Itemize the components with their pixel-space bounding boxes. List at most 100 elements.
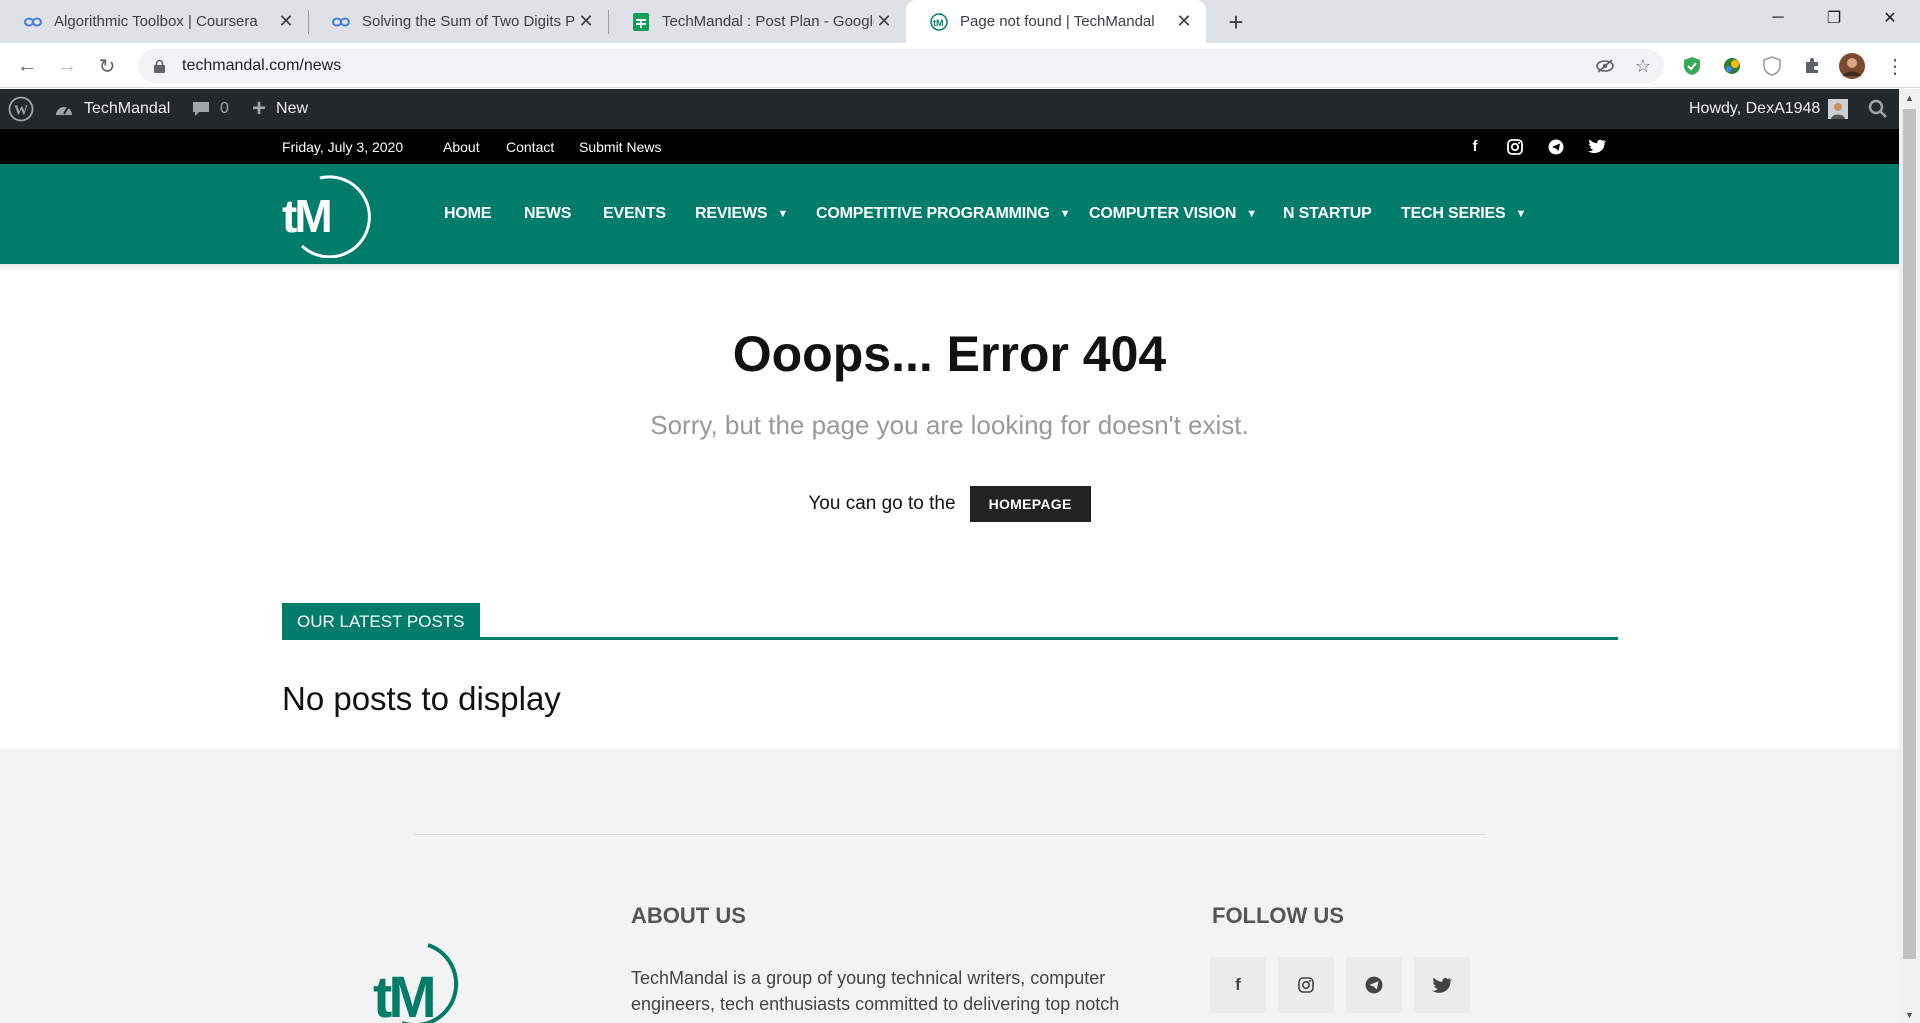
admin-search-icon[interactable]	[1868, 89, 1888, 129]
scroll-down-icon[interactable]: ▼	[1899, 1006, 1920, 1023]
goto-text: You can go to the	[808, 493, 956, 514]
tab-close-icon[interactable]: ✕	[576, 11, 596, 32]
profile-avatar-icon[interactable]	[1837, 51, 1867, 81]
footer-instagram-icon[interactable]	[1278, 957, 1334, 1013]
top-bar-date: Friday, July 3, 2020	[282, 138, 404, 155]
error-goto-row: You can go to the HOMEPAGE	[0, 486, 1899, 522]
scrollbar-thumb[interactable]	[1903, 109, 1916, 959]
follow-us-heading: FOLLOW US	[1212, 903, 1344, 928]
header-shadow	[0, 264, 1899, 272]
coursera-icon	[332, 13, 350, 31]
top-link-contact[interactable]: Contact	[506, 129, 554, 164]
site-top-bar: Friday, July 3, 2020 About Contact Submi…	[0, 129, 1899, 164]
footer-telegram-icon[interactable]	[1346, 957, 1402, 1013]
close-window-icon[interactable]: ✕	[1862, 0, 1918, 36]
wp-admin-bar: W TechMandal 0 + New Howdy, DexA1948	[0, 89, 1899, 129]
lock-icon[interactable]	[152, 59, 166, 73]
svg-text:tM: tM	[933, 18, 944, 28]
footer-divider	[414, 834, 1486, 835]
footer-facebook-icon[interactable]: f	[1210, 957, 1266, 1013]
admin-account-link[interactable]: Howdy, DexA1948	[1689, 89, 1849, 129]
nav-home[interactable]: HOME	[444, 164, 491, 264]
address-bar[interactable]: techmandal.com/news ☆	[138, 49, 1664, 83]
extensions-puzzle-icon[interactable]	[1797, 51, 1827, 81]
coursera-icon	[24, 13, 42, 31]
forward-icon[interactable]: →	[52, 51, 82, 81]
url-text: techmandal.com/news	[182, 57, 342, 74]
about-us-heading: ABOUT US	[631, 903, 746, 928]
comment-icon	[192, 100, 210, 118]
tab-title: Solving the Sum of Two Digits Pr	[362, 13, 576, 30]
top-link-about[interactable]: About	[443, 129, 480, 164]
page-scrollbar[interactable]: ▲ ▼	[1899, 89, 1920, 1023]
instagram-icon[interactable]	[1501, 129, 1529, 164]
minimize-icon[interactable]: ─	[1750, 0, 1806, 36]
nav-label: COMPUTER VISION	[1089, 205, 1237, 222]
facebook-icon[interactable]: f	[1461, 129, 1489, 164]
wordpress-logo-icon[interactable]: W	[8, 89, 34, 129]
plus-icon: +	[252, 95, 267, 122]
top-link-submit-news[interactable]: Submit News	[579, 129, 661, 164]
bookmark-star-icon[interactable]: ☆	[1628, 49, 1658, 83]
nav-tech-series[interactable]: TECH SERIES ▼	[1401, 164, 1526, 264]
site-header: tM HOME NEWS EVENTS REVIEWS ▼ COMPETITIVE…	[0, 164, 1899, 264]
scroll-up-icon[interactable]: ▲	[1899, 89, 1920, 106]
browser-toolbar: ← → ↻ techmandal.com/news ☆ ⋮	[0, 43, 1920, 88]
back-icon[interactable]: ←	[12, 51, 42, 81]
shield-extension-icon[interactable]	[1677, 51, 1707, 81]
browser-tab-active[interactable]: tM Page not found | TechMandal ✕	[906, 0, 1206, 43]
tab-close-icon[interactable]: ✕	[874, 11, 894, 32]
telegram-icon[interactable]	[1542, 129, 1570, 164]
footer-logo-text: tM	[373, 965, 433, 1023]
admin-new-link[interactable]: + New	[252, 89, 308, 129]
tab-close-icon[interactable]: ✕	[276, 11, 296, 32]
techmandal-icon: tM	[930, 12, 948, 31]
nav-news[interactable]: NEWS	[524, 164, 571, 264]
error-title: Ooops... Error 404	[732, 326, 1167, 382]
chevron-down-icon: ▼	[1246, 208, 1257, 220]
eye-off-icon[interactable]	[1590, 49, 1620, 83]
chevron-down-icon: ▼	[1515, 208, 1527, 220]
svg-text:W: W	[14, 104, 28, 119]
footer-logo[interactable]: tM	[372, 939, 486, 1023]
tab-title: TechMandal : Post Plan - Google	[662, 13, 874, 30]
nav-label: COMPETITIVE PROGRAMMING	[816, 205, 1050, 222]
reload-icon[interactable]: ↻	[92, 51, 122, 81]
browser-menu-icon[interactable]: ⋮	[1880, 51, 1910, 81]
nav-label: REVIEWS	[695, 205, 768, 222]
chevron-down-icon: ▼	[777, 208, 789, 220]
admin-comments-link[interactable]: 0	[192, 89, 229, 129]
nav-reviews[interactable]: REVIEWS ▼	[695, 164, 788, 264]
nav-competitive-programming[interactable]: COMPETITIVE PROGRAMMING ▼	[816, 164, 1071, 264]
nav-label: NEWS	[524, 205, 572, 222]
about-us-text: TechMandal is a group of young technical…	[631, 968, 1120, 1014]
no-posts-text: No posts to display	[282, 680, 561, 717]
site-logo[interactable]: tM	[280, 174, 376, 259]
browser-tab[interactable]: Solving the Sum of Two Digits Pr ✕	[308, 0, 608, 43]
sheets-icon	[632, 12, 650, 31]
restore-icon[interactable]: ❐	[1806, 0, 1862, 36]
footer-twitter-icon[interactable]	[1414, 957, 1470, 1013]
nav-label: N STARTUP	[1283, 205, 1372, 222]
globe-extension-icon[interactable]	[1717, 51, 1747, 81]
twitter-icon[interactable]	[1583, 129, 1611, 164]
nav-n-startup[interactable]: N STARTUP	[1283, 164, 1372, 264]
tab-title: Algorithmic Toolbox | Coursera	[54, 13, 258, 30]
browser-tab[interactable]: TechMandal : Post Plan - Google ✕	[608, 0, 906, 43]
user-avatar	[1828, 99, 1849, 119]
new-tab-button[interactable]: +	[1222, 7, 1250, 37]
admin-site-link[interactable]: TechMandal	[54, 89, 170, 129]
latest-posts-header: OUR LATEST POSTS	[282, 603, 1618, 640]
logo-text: tM	[282, 190, 330, 242]
browser-tab[interactable]: Algorithmic Toolbox | Coursera ✕	[0, 0, 308, 43]
nav-computer-vision[interactable]: COMPUTER VISION ▼	[1089, 164, 1257, 264]
tab-close-icon[interactable]: ✕	[1174, 11, 1194, 32]
nav-label: TECH SERIES	[1401, 205, 1506, 222]
nav-events[interactable]: EVENTS	[603, 164, 666, 264]
dashboard-icon	[54, 101, 74, 117]
site-footer: tM ABOUT US TechMandal is a group of you…	[0, 749, 1899, 1023]
chevron-down-icon: ▼	[1059, 208, 1071, 220]
ublock-extension-icon[interactable]	[1757, 51, 1787, 81]
nav-label: HOME	[444, 205, 492, 222]
homepage-button[interactable]: HOMEPAGE	[969, 486, 1091, 522]
